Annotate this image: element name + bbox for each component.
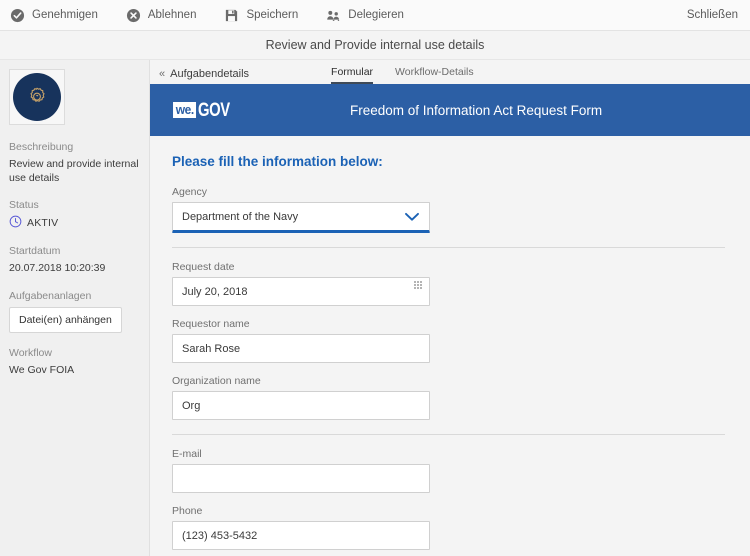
description-value: Review and provide internal use details	[9, 158, 139, 185]
organization-name-label: Organization name	[172, 375, 261, 387]
main-panel: « Aufgabendetails Formular Workflow-Deta…	[150, 60, 750, 556]
delegate-label: Delegieren	[348, 9, 404, 21]
action-toolbar: Genehmigen Ablehnen Speichern Delegieren…	[0, 0, 750, 31]
phone-value: (123) 453-5432	[182, 529, 258, 542]
back-label: Aufgabendetails	[170, 68, 250, 80]
reject-button[interactable]: Ablehnen	[126, 8, 197, 23]
workflow-value: We Gov FOIA	[9, 363, 75, 376]
save-floppy-icon	[224, 8, 239, 23]
chevron-down-icon	[404, 211, 420, 222]
task-details-sidebar: Beschreibung Review and provide internal…	[0, 60, 150, 556]
logo-we-text: we.	[173, 102, 197, 118]
back-to-task-details-link[interactable]: « Aufgabendetails	[159, 68, 249, 84]
agency-value: Department of the Navy	[182, 210, 299, 223]
field-request-date: Request date July 20, 2018	[172, 261, 728, 306]
page-title: Review and Provide internal use details	[265, 38, 485, 52]
phone-input[interactable]: (123) 453-5432	[172, 521, 430, 550]
approve-button[interactable]: Genehmigen	[10, 8, 98, 23]
field-requestor-name: Requestor name Sarah Rose	[172, 318, 728, 363]
attach-files-button[interactable]: Datei(en) anhängen	[9, 306, 122, 333]
logo-gov-text: GOV	[198, 99, 231, 121]
page-title-bar: Review and Provide internal use details	[0, 31, 750, 60]
request-date-label: Request date	[172, 261, 235, 273]
form-heading: Please fill the information below:	[172, 154, 383, 169]
requestor-name-input[interactable]: Sarah Rose	[172, 334, 430, 363]
close-button[interactable]: Schließen	[687, 9, 738, 21]
wegov-logo: we. GOV	[172, 101, 239, 120]
status-label: Status	[9, 199, 39, 212]
phone-label: Phone	[172, 505, 203, 517]
request-date-value: July 20, 2018	[182, 285, 248, 298]
form-banner-title: Freedom of Information Act Request Form	[350, 102, 603, 118]
attachments-label: Aufgabenanlagen	[9, 289, 92, 302]
agency-select[interactable]: Department of the Navy	[172, 202, 430, 233]
save-label: Speichern	[246, 9, 299, 21]
requestor-name-label: Requestor name	[172, 318, 250, 330]
tab-bar: « Aufgabendetails Formular Workflow-Deta…	[150, 60, 750, 84]
agency-label: Agency	[172, 186, 208, 198]
double-chevron-left-icon: «	[159, 67, 166, 80]
save-button[interactable]: Speichern	[224, 8, 298, 23]
description-label: Beschreibung	[9, 141, 74, 153]
field-phone: Phone (123) 453-5432	[172, 505, 728, 550]
organization-name-input[interactable]: Org	[172, 391, 430, 420]
workflow-label: Workflow	[9, 346, 52, 359]
organization-name-value: Org	[182, 399, 201, 412]
delegate-button[interactable]: Delegieren	[326, 8, 404, 23]
requestor-name-value: Sarah Rose	[182, 342, 241, 355]
field-agency: Agency Department of the Navy	[172, 186, 728, 233]
sidebar-description-group: Beschreibung Review and provide internal…	[9, 141, 140, 185]
gear-badge-icon	[30, 87, 45, 102]
tab-list: Formular Workflow-Details	[331, 66, 474, 84]
email-label: E-mail	[172, 448, 202, 460]
approve-label: Genehmigen	[32, 9, 98, 21]
divider-1	[172, 247, 725, 248]
task-form-window: Genehmigen Ablehnen Speichern Delegieren…	[0, 0, 750, 556]
calendar-grid-icon[interactable]	[414, 281, 425, 292]
startdate-value: 20.07.2018 10:20:39	[9, 262, 106, 275]
email-input[interactable]	[172, 464, 430, 493]
field-email: E-mail	[172, 448, 728, 493]
content-split: Beschreibung Review and provide internal…	[0, 60, 750, 556]
startdate-label: Startdatum	[9, 245, 61, 258]
tab-workflow-details[interactable]: Workflow-Details	[395, 66, 474, 84]
divider-2	[172, 434, 725, 435]
reject-label: Ablehnen	[147, 9, 197, 21]
form-banner: we. GOV Freedom of Information Act Reque…	[150, 84, 750, 136]
sidebar-attachments-group: Aufgabenanlagen Datei(en) anhängen	[9, 290, 140, 333]
form-body: Please fill the information below: Agenc…	[150, 136, 750, 550]
tab-formular[interactable]: Formular	[331, 66, 374, 84]
x-circle-icon	[126, 8, 141, 23]
field-organization-name: Organization name Org	[172, 375, 728, 420]
sidebar-startdate-group: Startdatum 20.07.2018 10:20:39	[9, 245, 140, 275]
request-date-input[interactable]: July 20, 2018	[172, 277, 430, 306]
foia-form-card: we. GOV Freedom of Information Act Reque…	[150, 84, 750, 556]
avatar	[9, 69, 65, 125]
clock-icon	[9, 215, 22, 231]
sidebar-workflow-group: Workflow We Gov FOIA	[9, 347, 140, 377]
delegate-users-icon	[326, 8, 341, 23]
status-value: AKTIV	[27, 217, 59, 230]
sidebar-status-group: Status AKTIV	[9, 199, 140, 231]
avatar-circle	[13, 73, 61, 121]
status-badge: AKTIV	[9, 215, 140, 231]
check-circle-icon	[10, 8, 25, 23]
